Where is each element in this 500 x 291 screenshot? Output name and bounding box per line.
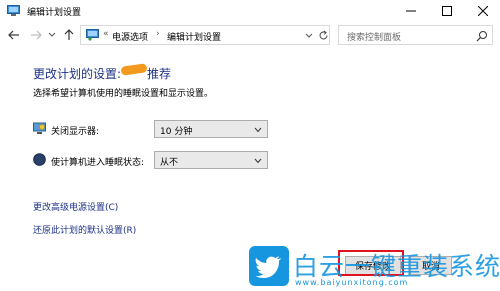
chevron-down-icon xyxy=(48,32,56,37)
watermark-url: www.baiyunxitong.com xyxy=(295,278,409,287)
turn-off-display-select[interactable]: 10 分钟 xyxy=(154,120,268,138)
control-panel-icon xyxy=(86,29,99,41)
watermark-logo xyxy=(249,246,289,286)
monitor-icon xyxy=(33,122,46,134)
up-button[interactable] xyxy=(62,28,76,42)
breadcrumb-edit-plan[interactable]: 编辑计划设置 xyxy=(167,30,221,43)
breadcrumb-overflow[interactable]: « xyxy=(103,29,109,39)
chevron-down-icon xyxy=(254,158,262,164)
maximize-button[interactable] xyxy=(429,0,465,22)
minimize-button[interactable] xyxy=(393,0,429,22)
page-title-suffix: 推荐 xyxy=(147,67,172,81)
arrow-right-icon xyxy=(31,30,42,40)
refresh-button[interactable] xyxy=(317,29,329,41)
address-bar[interactable]: « 电源选项 › 编辑计划设置 xyxy=(80,25,330,45)
search-input[interactable]: 搜索控制面板 xyxy=(338,25,493,45)
page-subtitle: 选择希望计算机使用的睡眠设置和显示设置。 xyxy=(33,89,214,99)
window-title: 编辑计划设置 xyxy=(27,8,82,18)
chevron-down-icon xyxy=(305,33,313,38)
back-button[interactable] xyxy=(7,28,21,42)
maximize-icon xyxy=(442,6,452,16)
page-title-text: 更改计划的设置: xyxy=(33,67,122,81)
page-title: 更改计划的设置: 推荐 xyxy=(33,65,171,82)
sleep-value: 从不 xyxy=(160,158,179,168)
title-bar: 编辑计划设置 xyxy=(0,0,500,22)
sleep-select[interactable]: 从不 xyxy=(154,151,268,169)
control-panel-icon xyxy=(7,5,20,16)
close-button[interactable] xyxy=(465,0,500,22)
advanced-power-settings-link[interactable]: 更改高级电源设置(C) xyxy=(33,200,118,213)
turn-off-display-value: 10 分钟 xyxy=(160,127,193,137)
watermark: 白云一键重装系统 www.baiyunxitong.com xyxy=(249,245,500,291)
forward-button[interactable] xyxy=(29,28,43,42)
restore-defaults-link[interactable]: 还原此计划的默认设置(R) xyxy=(33,223,136,236)
arrow-up-icon xyxy=(64,29,74,40)
turn-off-display-label: 关闭显示器: xyxy=(51,127,100,137)
breadcrumb-separator: › xyxy=(156,29,160,39)
chevron-down-icon xyxy=(254,127,262,133)
minimize-icon xyxy=(406,10,416,12)
sleep-label: 使计算机进入睡眠状态: xyxy=(51,158,145,168)
recent-locations-button[interactable] xyxy=(45,28,59,42)
address-dropdown-button[interactable] xyxy=(304,30,314,42)
arrow-left-icon xyxy=(8,30,19,40)
refresh-icon xyxy=(319,30,327,39)
search-icon xyxy=(476,31,487,42)
breadcrumb-power-options[interactable]: 电源选项 xyxy=(112,30,148,43)
close-icon xyxy=(478,6,488,16)
moon-sleep-icon xyxy=(33,153,46,166)
bird-icon xyxy=(255,256,281,278)
navigation-bar: « 电源选项 › 编辑计划设置 搜索控制面板 xyxy=(0,22,500,48)
search-placeholder: 搜索控制面板 xyxy=(347,33,402,43)
